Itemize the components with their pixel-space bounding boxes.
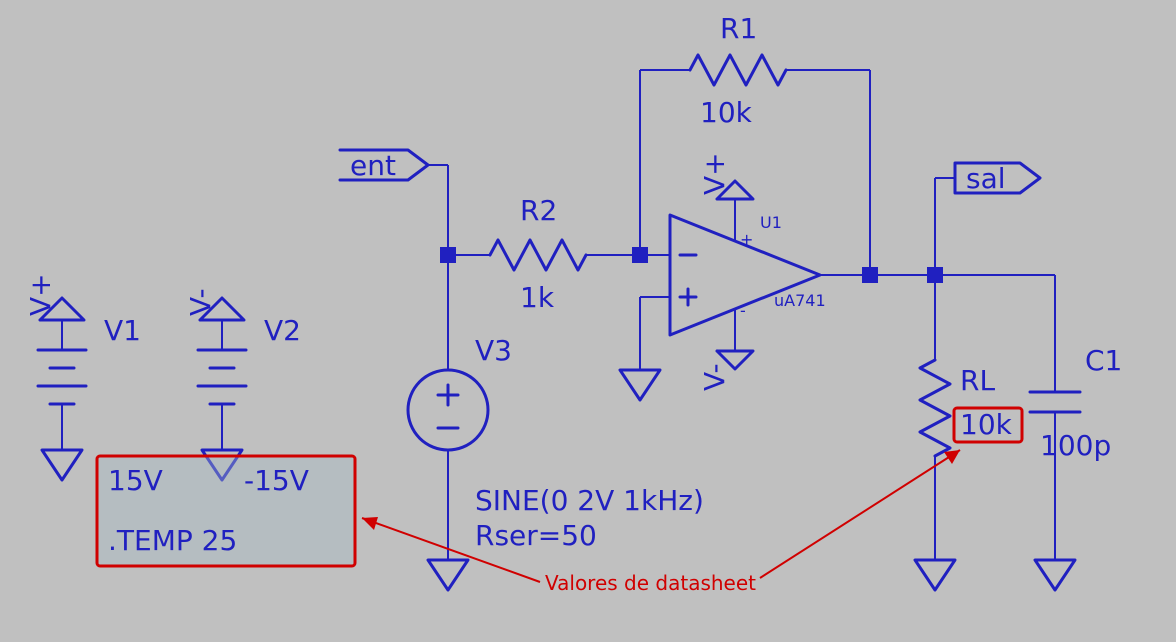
v2-value: -15V bbox=[244, 464, 309, 497]
u1-ref: U1 bbox=[760, 213, 782, 232]
r2-ref: R2 bbox=[520, 194, 557, 227]
netlabel-ent: ent bbox=[340, 149, 448, 255]
svg-text:+: + bbox=[740, 230, 753, 249]
component-c1: C1 100p bbox=[1030, 275, 1122, 590]
v1-ref: V1 bbox=[104, 314, 141, 347]
c1-value: 100p bbox=[1040, 429, 1111, 462]
v3-params1: SINE(0 2V 1kHz) bbox=[475, 484, 704, 517]
u1-vplus: V+ bbox=[698, 152, 731, 195]
spice-directive: .TEMP 25 bbox=[108, 524, 237, 557]
netlabel-sal: sal bbox=[935, 162, 1040, 275]
v1-netlabel: V+ bbox=[24, 273, 57, 316]
rl-value: 10k bbox=[960, 408, 1013, 441]
r1-ref: R1 bbox=[720, 12, 757, 45]
u1-vminus: V- bbox=[698, 363, 731, 391]
netlabel-sal-text: sal bbox=[966, 162, 1006, 195]
annotation-text: Valores de datasheet bbox=[545, 571, 756, 595]
schematic-canvas: V+ V1 V- V2 V3 SINE(0 2V 1kHz) Rser=50 e… bbox=[0, 0, 1176, 642]
v1-value: 15V bbox=[108, 464, 163, 497]
u1-model: uA741 bbox=[774, 291, 826, 310]
v3-ref: V3 bbox=[475, 334, 512, 367]
v3-params2: Rser=50 bbox=[475, 519, 597, 552]
netlabel-ent-text: ent bbox=[350, 149, 396, 182]
component-v2: V- V2 bbox=[184, 288, 301, 480]
c1-ref: C1 bbox=[1085, 344, 1122, 377]
rl-ref: RL bbox=[960, 364, 995, 397]
component-v3: V3 SINE(0 2V 1kHz) Rser=50 bbox=[408, 255, 704, 590]
v2-ref: V2 bbox=[264, 314, 301, 347]
component-r2: R2 1k bbox=[448, 194, 640, 314]
v2-netlabel: V- bbox=[184, 288, 217, 316]
r1-value: 10k bbox=[700, 96, 753, 129]
svg-text:-: - bbox=[740, 301, 746, 320]
component-u1-opamp: + V+ - V- U1 uA741 bbox=[640, 152, 870, 391]
component-v1: V+ V1 bbox=[24, 273, 141, 480]
opamp-plus-ground bbox=[620, 297, 660, 400]
r2-value: 1k bbox=[520, 281, 555, 314]
component-r1: R1 10k bbox=[640, 12, 870, 275]
